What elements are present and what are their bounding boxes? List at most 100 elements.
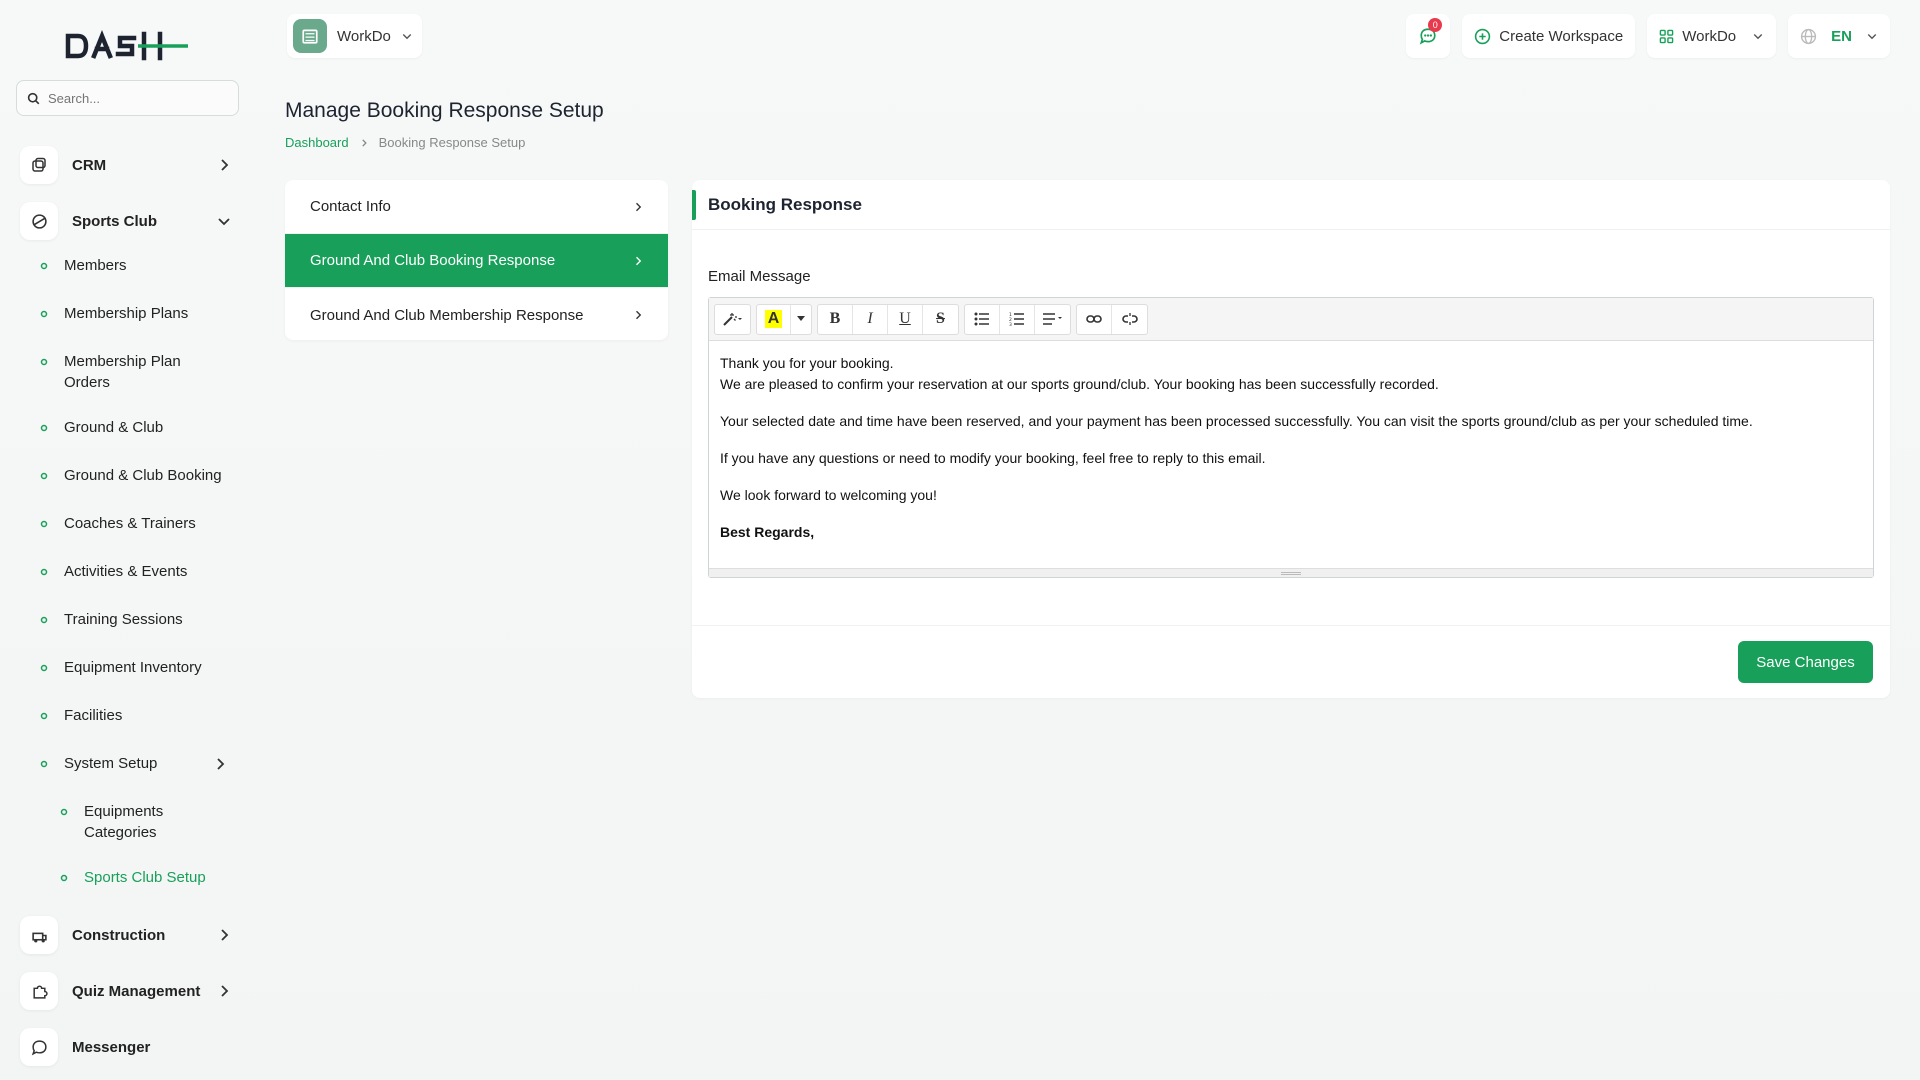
- chevron-right-icon: [221, 159, 229, 171]
- bold-icon: B: [829, 310, 841, 327]
- sidebar-item-label: Activities & Events: [64, 563, 188, 580]
- tab-label: Ground And Club Booking Response: [310, 252, 556, 269]
- bullet-icon: [40, 712, 48, 720]
- save-changes-button[interactable]: Save Changes: [1738, 641, 1873, 683]
- chevron-right-icon: [361, 138, 367, 147]
- editor-resize-handle[interactable]: [709, 568, 1873, 577]
- message-closing: Best Regards,: [720, 522, 1862, 543]
- unlink-button[interactable]: [1112, 305, 1147, 334]
- create-workspace-button[interactable]: Create Workspace: [1462, 14, 1636, 58]
- tab-ground-club-membership-response[interactable]: Ground And Club Membership Response: [285, 288, 668, 340]
- globe-icon: [1801, 28, 1817, 44]
- message-paragraph: Thank you for your booking. We are pleas…: [720, 353, 1862, 395]
- language-label: EN: [1831, 27, 1852, 45]
- sidebar-item-membership-plans[interactable]: Membership Plans: [36, 303, 240, 327]
- email-message-content[interactable]: Thank you for your booking. We are pleas…: [709, 341, 1873, 567]
- highlight-color-button[interactable]: A: [757, 304, 791, 334]
- bullet-icon: [40, 310, 48, 318]
- sidebar-item-membership-plan-orders[interactable]: Membership Plan Orders: [36, 351, 240, 393]
- sidebar-item-construction[interactable]: Construction: [20, 915, 240, 955]
- sidebar-item-ground-club-booking[interactable]: Ground & Club Booking: [36, 465, 240, 489]
- sidebar-item-sports-club[interactable]: Sports Club: [20, 201, 240, 241]
- search-input[interactable]: [48, 90, 218, 106]
- chevron-right-icon: [217, 758, 225, 770]
- grip-icon: [1281, 571, 1301, 575]
- sidebar-item-members[interactable]: Members: [36, 255, 240, 279]
- list-group: 123: [964, 303, 1071, 335]
- message-line: Thank you for your booking.: [720, 355, 894, 371]
- paragraph-align-button[interactable]: [1035, 305, 1070, 334]
- sidebar-item-ground-club[interactable]: Ground & Club: [36, 417, 240, 441]
- chat-icon: [20, 1028, 58, 1066]
- sports-club-submenu: Members Membership Plans Membership Plan…: [20, 255, 240, 891]
- sidebar-item-sports-club-setup[interactable]: Sports Club Setup: [56, 867, 240, 891]
- puzzle-icon: [20, 972, 58, 1010]
- svg-text:3: 3: [1009, 322, 1012, 326]
- underline-button[interactable]: U: [888, 304, 923, 334]
- plus-circle-icon: [1475, 28, 1491, 44]
- tab-label: Contact Info: [310, 198, 391, 215]
- tab-ground-club-booking-response[interactable]: Ground And Club Booking Response: [285, 234, 668, 288]
- magic-wand-icon: [722, 313, 742, 326]
- insert-link-button[interactable]: [1077, 304, 1112, 334]
- sidebar-item-crm[interactable]: CRM: [20, 145, 240, 185]
- bold-button[interactable]: B: [818, 304, 853, 334]
- sidebar-item-coaches-trainers[interactable]: Coaches & Trainers: [36, 513, 240, 537]
- card-footer: Save Changes: [692, 625, 1890, 698]
- bullet-list-button[interactable]: [965, 304, 1000, 334]
- search-icon: [27, 92, 40, 104]
- breadcrumb-dashboard-link[interactable]: Dashboard: [285, 135, 349, 150]
- email-message-label: Email Message: [708, 268, 811, 285]
- sidebar-item-quiz-management[interactable]: Quiz Management: [20, 971, 240, 1011]
- dash-logo[interactable]: [64, 26, 192, 66]
- grid-icon: [1659, 29, 1674, 43]
- sidebar-item-system-setup[interactable]: System Setup: [36, 753, 240, 777]
- sidebar-item-activities-events[interactable]: Activities & Events: [36, 561, 240, 585]
- settings-tab-list: Contact Info Ground And Club Booking Res…: [285, 180, 668, 340]
- strikethrough-icon: S: [936, 310, 945, 327]
- breadcrumb: Dashboard Booking Response Setup: [285, 135, 525, 150]
- bullet-icon: [40, 520, 48, 528]
- closing-text: Best Regards,: [720, 524, 815, 540]
- sidebar-item-label: Training Sessions: [64, 611, 183, 628]
- sidebar-item-label: Sports Club: [72, 212, 157, 230]
- sidebar-item-equipment-inventory[interactable]: Equipment Inventory: [36, 657, 240, 681]
- bullet-icon: [40, 568, 48, 576]
- message-line: We are pleased to confirm your reservati…: [720, 376, 1439, 392]
- numbered-list-button[interactable]: 123: [1000, 304, 1035, 334]
- underline-icon: U: [899, 310, 911, 327]
- color-dropdown-button[interactable]: [791, 305, 811, 334]
- page-title: Manage Booking Response Setup: [285, 99, 604, 122]
- unlink-icon: [1121, 313, 1138, 325]
- bullet-icon: [40, 424, 48, 432]
- topbar-actions: 0 Create Workspace WorkDo EN: [1406, 14, 1890, 58]
- sidebar-item-label: Equipment Inventory: [64, 659, 202, 676]
- crm-icon: [20, 146, 58, 184]
- user-workspace-dropdown[interactable]: WorkDo: [1647, 14, 1777, 58]
- sidebar-item-label: Equipments Categories: [84, 803, 164, 841]
- sidebar-item-label: Members: [64, 257, 127, 274]
- bullet-icon: [40, 664, 48, 672]
- tab-contact-info[interactable]: Contact Info: [285, 180, 668, 234]
- sidebar-item-training-sessions[interactable]: Training Sessions: [36, 609, 240, 633]
- workspace-switcher[interactable]: WorkDo: [287, 14, 422, 58]
- font-color-icon: A: [764, 310, 783, 328]
- sidebar-item-label: Membership Plans: [64, 305, 189, 322]
- italic-button[interactable]: I: [853, 304, 888, 334]
- language-dropdown[interactable]: EN: [1788, 14, 1890, 58]
- chevron-right-icon: [636, 256, 642, 265]
- breadcrumb-current: Booking Response Setup: [378, 135, 526, 150]
- chevron-right-icon: [221, 929, 229, 941]
- message-paragraph: We look forward to welcoming you!: [720, 487, 937, 503]
- messages-button[interactable]: 0: [1406, 14, 1451, 58]
- magic-style-button[interactable]: [715, 305, 750, 334]
- sidebar-item-equipments-categories[interactable]: Equipments Categories: [56, 801, 240, 843]
- search-box[interactable]: [16, 80, 239, 116]
- sidebar-item-facilities[interactable]: Facilities: [36, 705, 240, 729]
- bullet-list-icon: [974, 312, 989, 326]
- sidebar-item-messenger[interactable]: Messenger: [20, 1027, 240, 1067]
- sidebar-item-label: Construction: [72, 926, 166, 944]
- booking-response-card: Booking Response Email Message A B I U S…: [692, 180, 1890, 698]
- strikethrough-button[interactable]: S: [923, 305, 958, 334]
- tab-label: Ground And Club Membership Response: [310, 306, 584, 324]
